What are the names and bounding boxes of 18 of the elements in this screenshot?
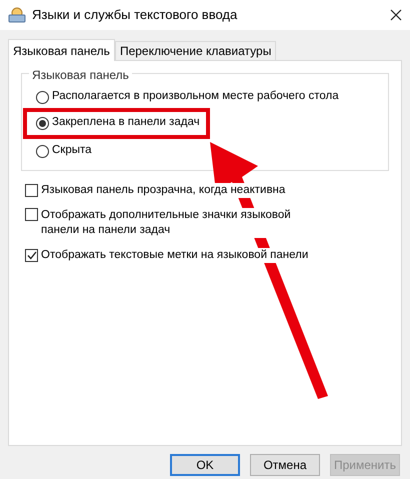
tab[interactable]: Переключение клавиатуры <box>114 41 276 60</box>
checkbox-label[interactable]: Отображать текстовые метки на языковой панели <box>41 248 308 263</box>
window-title: Языки и службы текстового ввода <box>32 6 238 24</box>
close-icon[interactable] <box>390 9 402 21</box>
checkbox[interactable] <box>25 249 38 262</box>
dialog-button[interactable]: Отмена <box>250 454 320 476</box>
checkbox[interactable] <box>25 208 38 221</box>
checkbox-label[interactable]: Языковая панель прозрачна, когда неактивна <box>41 183 286 198</box>
radio-label[interactable]: Закреплена в панели задач <box>52 114 200 132</box>
checkbox[interactable] <box>25 184 38 197</box>
keyboard-globe-icon <box>8 7 26 23</box>
tab[interactable]: Языковая панель <box>8 39 115 61</box>
dialog-button[interactable]: OK <box>170 454 240 476</box>
radio-button[interactable] <box>36 144 49 158</box>
radio-label[interactable]: Располагается в произвольном месте рабочего стола <box>52 88 339 106</box>
radio-label[interactable]: Скрыта <box>52 142 92 160</box>
radio-button[interactable] <box>36 116 49 130</box>
radio-button[interactable] <box>36 90 49 104</box>
